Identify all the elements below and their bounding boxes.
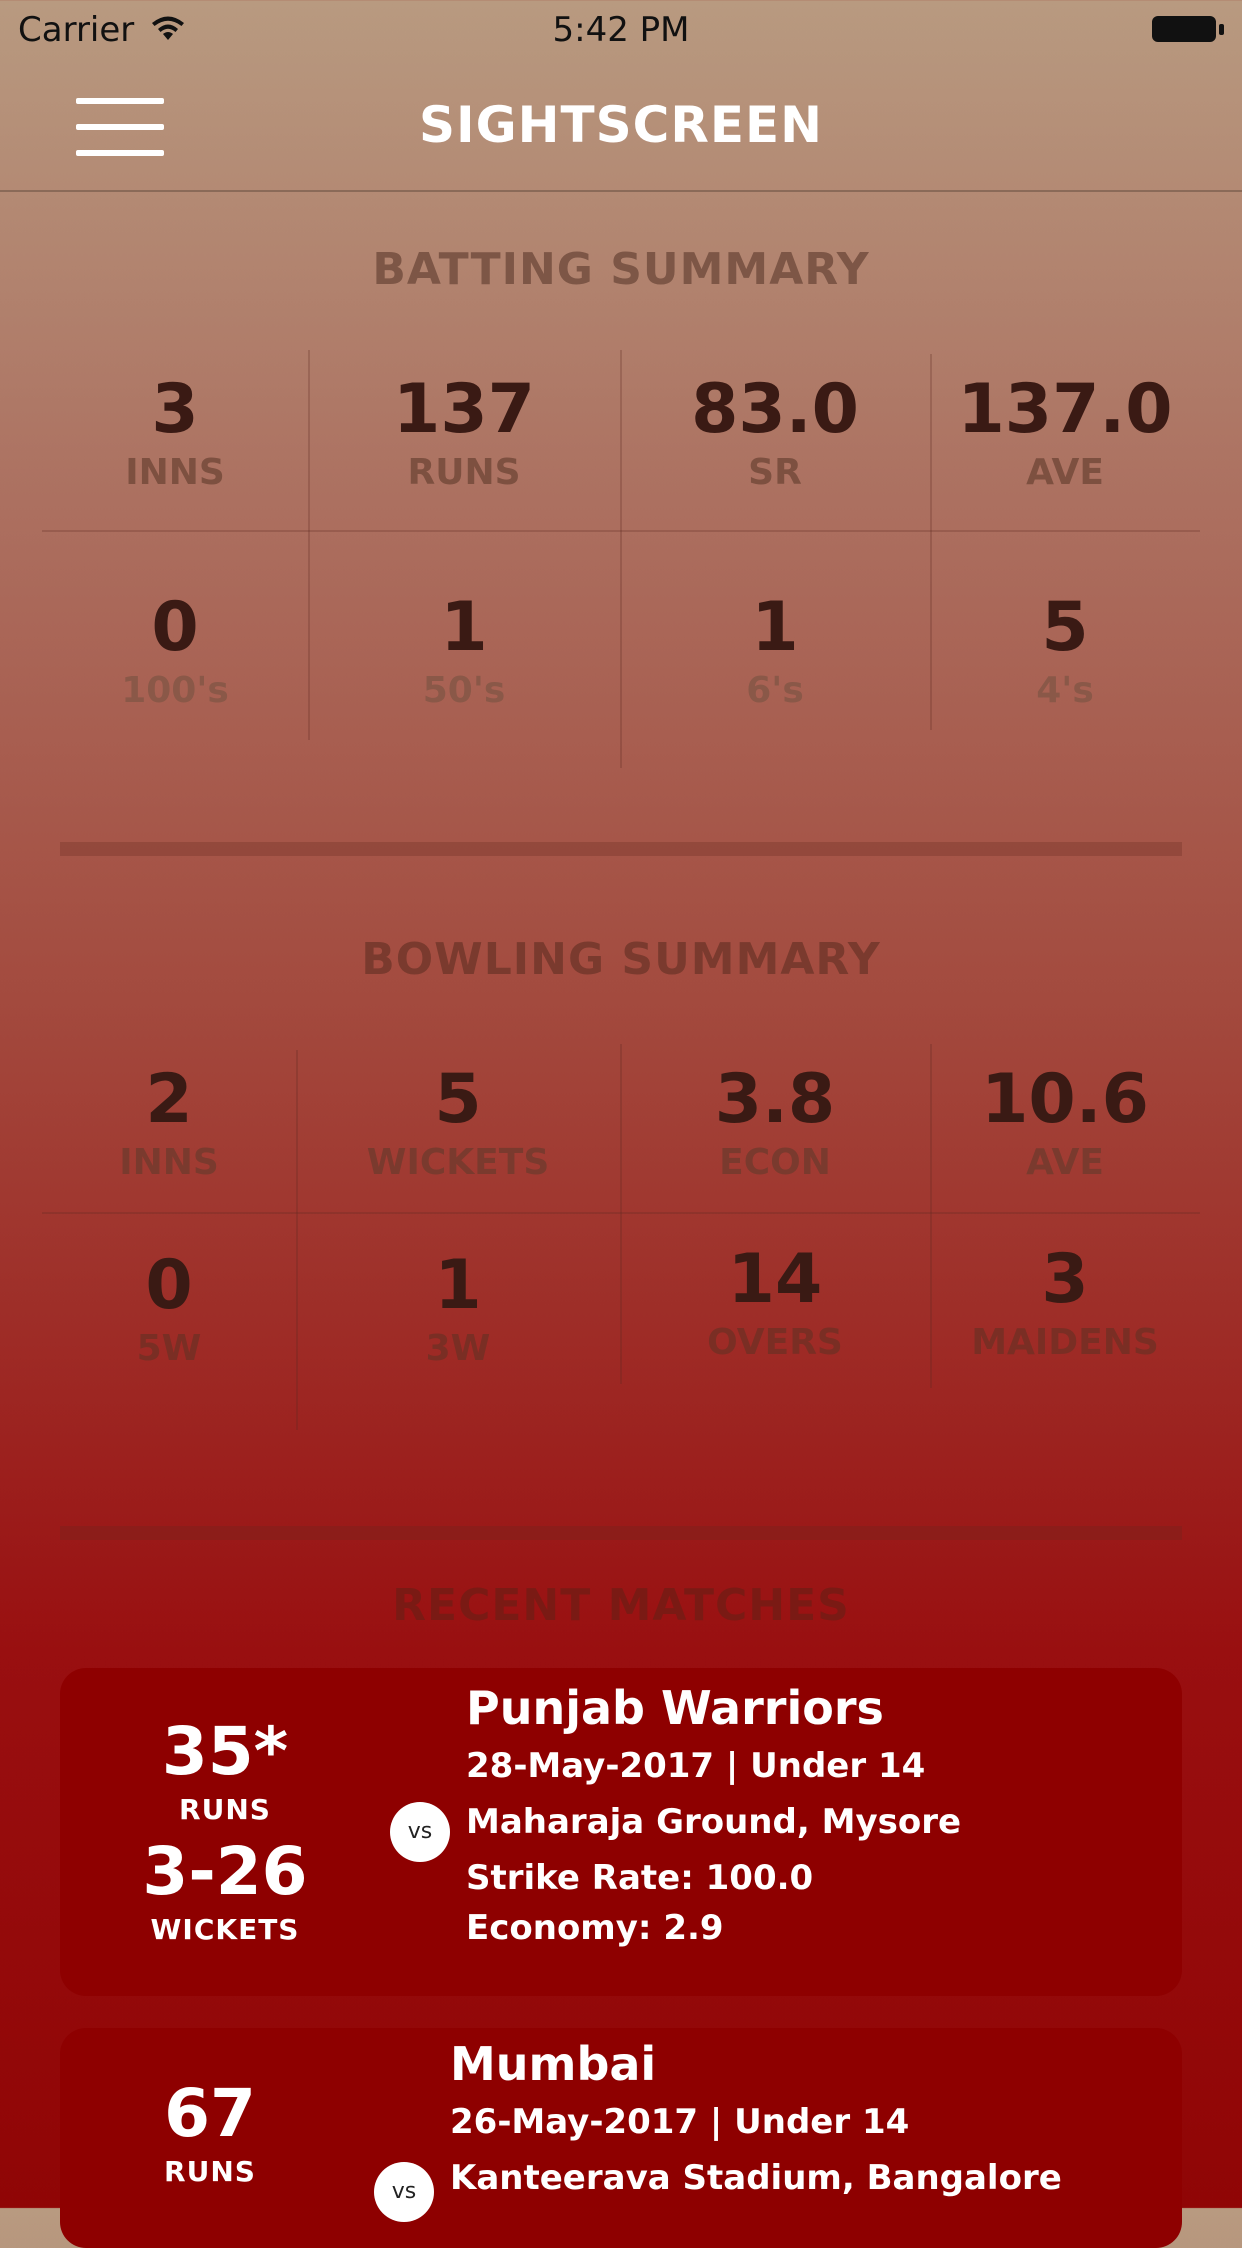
match-info: Mumbai 26-May-2017 | Under 14 Kanteerava…: [450, 2034, 1062, 2206]
batting-stat-50s: 1 50's: [422, 588, 506, 711]
runs-value: 67: [164, 2075, 256, 2152]
match-strike-rate: Strike Rate: 100.0: [466, 1858, 814, 1898]
match-info: Punjab Warriors 28-May-2017 | Under 14 M…: [466, 1678, 961, 1950]
bowling-stat-econ: 3.8 ECON: [714, 1060, 836, 1183]
vs-badge: vs: [390, 1802, 450, 1862]
match-card[interactable]: 35* RUNS 3-26 WICKETS vs Punjab Warriors…: [60, 1668, 1182, 1996]
batting-summary-title: BATTING SUMMARY: [372, 244, 870, 295]
batting-stat-6s: 1 6's: [746, 588, 804, 711]
bowling-stat-ave: 10.6 AVE: [981, 1060, 1149, 1183]
bowling-stat-wickets: 5 WICKETS: [366, 1060, 550, 1183]
wickets-value: 3-26: [142, 1833, 308, 1910]
match-venue: Maharaja Ground, Mysore: [466, 1802, 962, 1842]
runs-value: 35*: [161, 1713, 289, 1790]
wickets-label: WICKETS: [150, 1913, 300, 1946]
nav-bar: SIGHTSCREEN: [0, 62, 1242, 192]
runs-label: RUNS: [164, 2155, 256, 2188]
bowling-stat-5w: 0 5W: [136, 1246, 202, 1369]
batting-stats-grid: 3 INNS 137 RUNS 83.0 SR 137.0 AVE 0 100's 1 50…: [42, 350, 1200, 770]
match-economy: Economy: 2.9: [466, 1908, 724, 1948]
batting-stat-inns: 3 INNS: [125, 370, 225, 493]
bowling-stat-3w: 1 3W: [425, 1246, 491, 1369]
section-divider: [60, 842, 1182, 856]
batting-stat-sr: 83.0 SR: [691, 370, 859, 493]
section-divider: [60, 1526, 1182, 1540]
bowling-stat-overs: 14 OVERS: [707, 1240, 843, 1363]
match-score: 67 RUNS: [60, 2074, 360, 2190]
batting-stat-runs: 137 RUNS: [393, 370, 535, 493]
bowling-stat-maidens: 3 MAIDENS: [971, 1240, 1159, 1363]
match-score: 35* RUNS 3-26 WICKETS: [60, 1712, 390, 1948]
battery-icon: [1152, 16, 1224, 44]
match-date-category: 28-May-2017 | Under 14: [466, 1746, 926, 1786]
opponent-name: Mumbai: [450, 2037, 657, 2091]
app-title: SIGHTSCREEN: [419, 96, 823, 154]
clock: 5:42 PM: [552, 10, 690, 50]
bowling-summary-title: BOWLING SUMMARY: [361, 934, 881, 985]
match-card[interactable]: 67 RUNS vs Mumbai 26-May-2017 | Under 14…: [60, 2028, 1182, 2248]
runs-label: RUNS: [179, 1793, 271, 1826]
bowling-stat-inns: 2 INNS: [119, 1060, 219, 1183]
batting-stat-100s: 0 100's: [121, 588, 229, 711]
match-date-category: 26-May-2017 | Under 14: [450, 2102, 910, 2142]
status-bar: Carrier 5:42 PM: [0, 0, 1242, 62]
batting-stat-ave: 137.0 AVE: [957, 370, 1173, 493]
bowling-stats-grid: 2 INNS 5 WICKETS 3.8 ECON 10.6 AVE 0 5W 1 3W 1…: [42, 1040, 1200, 1430]
batting-stat-4s: 5 4's: [1036, 588, 1094, 711]
opponent-name: Punjab Warriors: [466, 1681, 884, 1735]
recent-matches-title: RECENT MATCHES: [392, 1580, 850, 1631]
vs-badge: vs: [374, 2162, 434, 2222]
match-venue: Kanteerava Stadium, Bangalore: [450, 2158, 1062, 2198]
